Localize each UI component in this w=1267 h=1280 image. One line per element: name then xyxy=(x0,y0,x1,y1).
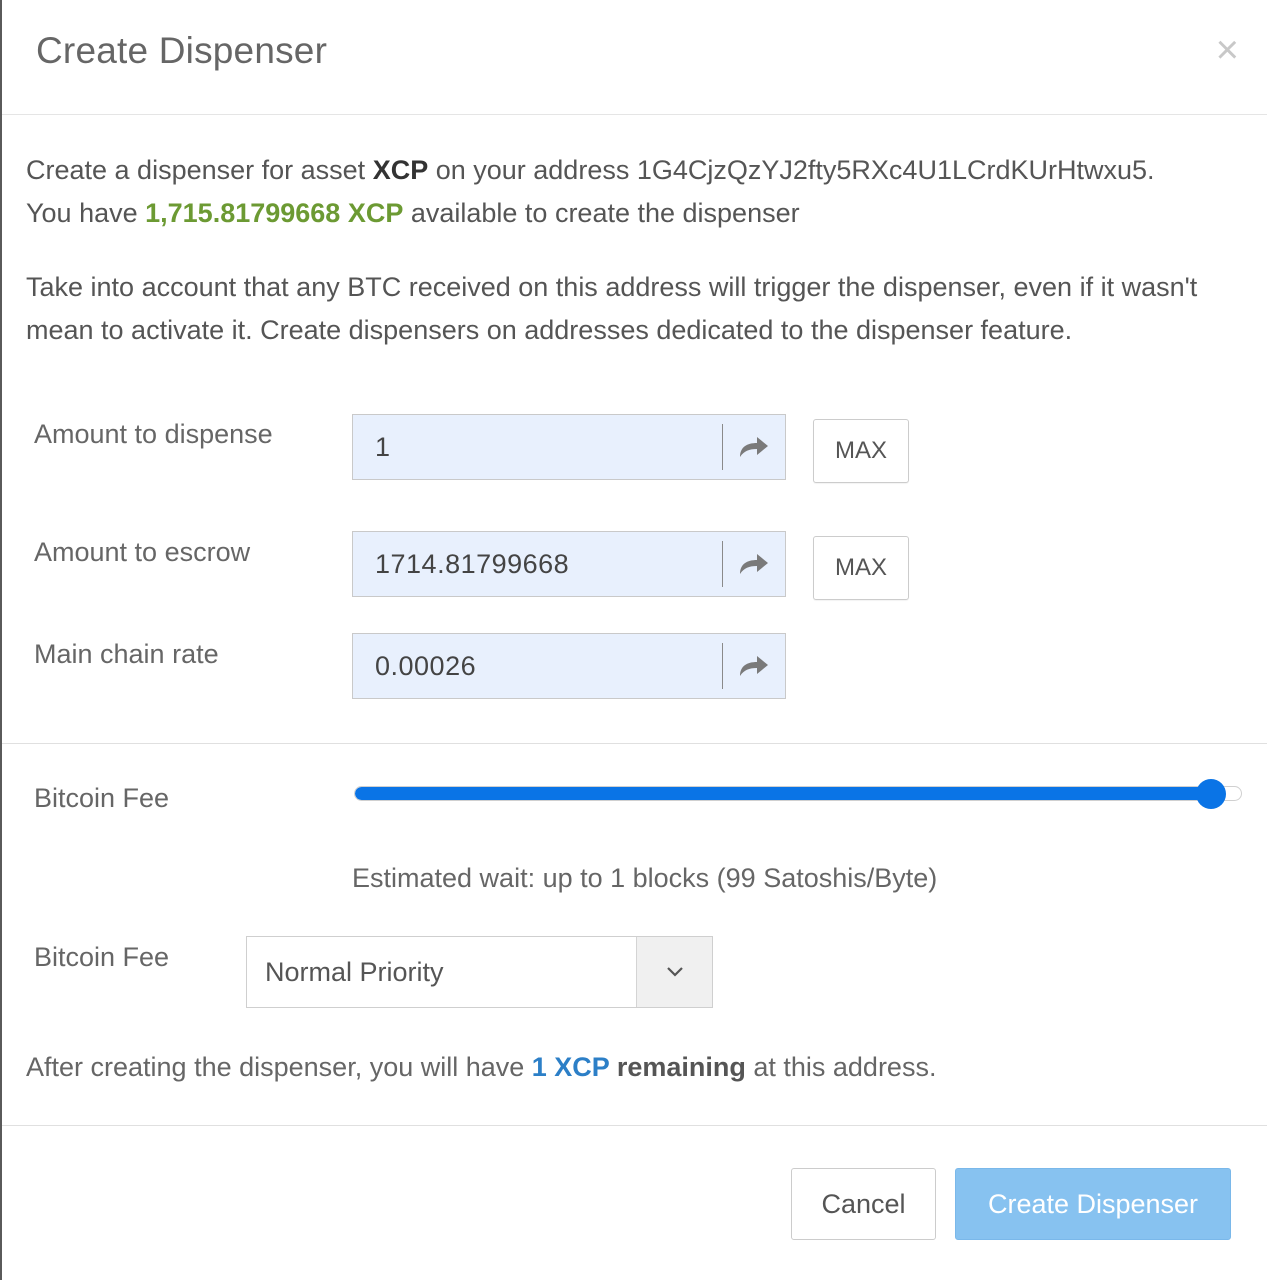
main-chain-rate-input-group: 0.00026 xyxy=(352,633,786,699)
available-prefix: You have xyxy=(26,198,146,228)
section-divider xyxy=(2,743,1267,744)
amount-dispense-input-group: 1 xyxy=(352,414,786,480)
share-arrow-icon[interactable] xyxy=(723,415,785,479)
summary-prefix: After creating the dispenser, you will h… xyxy=(26,1052,532,1082)
amount-dispense-label: Amount to dispense xyxy=(34,419,273,449)
amount-escrow-label: Amount to escrow xyxy=(34,537,251,567)
bitcoin-fee-select[interactable]: Normal Priority xyxy=(246,936,713,1008)
intro-middle: on your address xyxy=(428,155,637,185)
source-address: 1G4CjzQzYJ2fty5RXc4U1LCrdKUrHtwxu5 xyxy=(636,155,1148,185)
modal-header: Create Dispenser × xyxy=(2,0,1267,115)
close-icon[interactable]: × xyxy=(1216,30,1239,70)
footer-divider xyxy=(2,1125,1267,1126)
chevron-down-icon[interactable] xyxy=(636,937,712,1007)
amount-escrow-input[interactable]: 1714.81799668 xyxy=(353,549,722,580)
create-dispenser-button[interactable]: Create Dispenser xyxy=(955,1168,1231,1240)
available-balance: 1,715.81799668 XCP xyxy=(145,198,404,228)
asset-name: XCP xyxy=(372,155,429,185)
amount-escrow-max-button[interactable]: MAX xyxy=(813,536,909,600)
remaining-summary: After creating the dispenser, you will h… xyxy=(26,1052,936,1083)
share-arrow-icon[interactable] xyxy=(723,532,785,596)
bitcoin-fee-slider-label: Bitcoin Fee xyxy=(34,783,170,813)
remaining-amount: 1 XCP xyxy=(531,1052,610,1082)
amount-dispense-input[interactable]: 1 xyxy=(353,432,722,463)
bitcoin-fee-slider-track[interactable] xyxy=(354,786,1242,801)
cancel-button[interactable]: Cancel xyxy=(791,1168,936,1240)
modal-title: Create Dispenser xyxy=(36,30,328,71)
intro-text: Create a dispenser for asset XCP on your… xyxy=(26,149,1246,235)
bitcoin-fee-slider-thumb[interactable] xyxy=(1195,779,1226,809)
share-arrow-icon[interactable] xyxy=(723,634,785,698)
bitcoin-fee-slider-fill xyxy=(355,787,1212,800)
amount-escrow-input-group: 1714.81799668 xyxy=(352,531,786,597)
amount-dispense-max-button[interactable]: MAX xyxy=(813,419,909,483)
remaining-word: remaining xyxy=(609,1052,746,1082)
intro-prefix: Create a dispenser for asset xyxy=(26,155,373,185)
main-chain-rate-label: Main chain rate xyxy=(34,639,219,669)
intro-period: . xyxy=(1147,155,1155,185)
warning-text: Take into account that any BTC received … xyxy=(26,272,1198,345)
estimated-wait-text: Estimated wait: up to 1 blocks (99 Satos… xyxy=(352,863,938,893)
available-suffix: available to create the dispenser xyxy=(403,198,800,228)
create-dispenser-modal: Create Dispenser × Create a dispenser fo… xyxy=(0,0,1267,1280)
summary-suffix: at this address. xyxy=(745,1052,937,1082)
main-chain-rate-input[interactable]: 0.00026 xyxy=(353,651,722,682)
bitcoin-fee-select-value: Normal Priority xyxy=(265,956,444,987)
